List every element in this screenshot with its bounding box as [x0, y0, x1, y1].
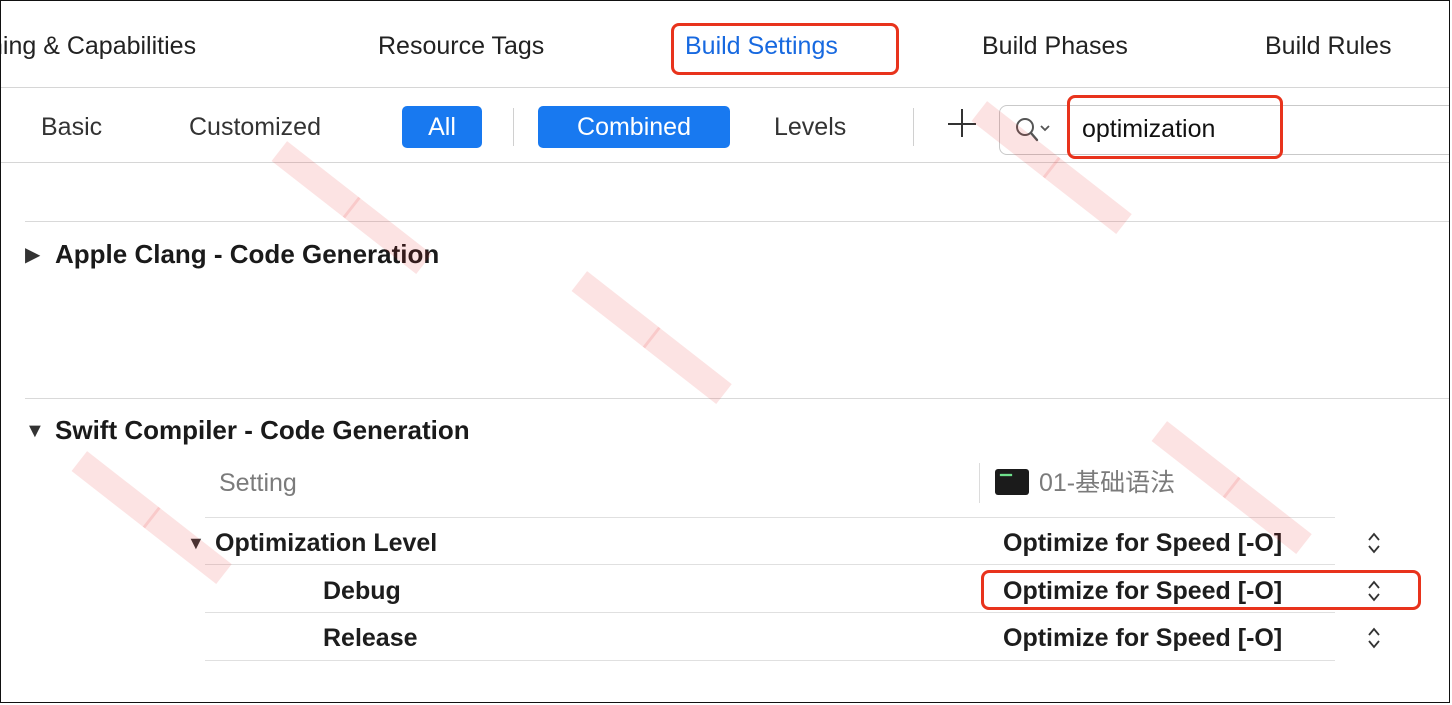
- tab-build-rules[interactable]: Build Rules: [1265, 29, 1391, 63]
- tab-build-phases[interactable]: Build Phases: [982, 29, 1128, 63]
- row-divider: [205, 517, 1335, 518]
- row-divider: [205, 660, 1335, 661]
- build-settings-window: ning & Capabilities Resource Tags Build …: [0, 0, 1450, 703]
- watermark: ━━: [526, 213, 777, 463]
- section-divider: [25, 221, 1449, 222]
- tab-signing-label: ning & Capabilities: [1, 32, 197, 60]
- terminal-target-icon: [995, 469, 1029, 495]
- optimization-level-value[interactable]: Optimize for Speed [-O]: [1003, 528, 1282, 558]
- view-levels[interactable]: Levels: [774, 112, 846, 142]
- search-input[interactable]: optimization: [1082, 114, 1215, 144]
- release-value[interactable]: Optimize for Speed [-O]: [1003, 623, 1282, 653]
- stepper-icon[interactable]: [1365, 576, 1383, 606]
- section-title-clang: Apple Clang - Code Generation: [55, 239, 440, 269]
- tab-signing-capabilities[interactable]: ning & Capabilities: [1, 29, 291, 63]
- release-row[interactable]: Release: [323, 623, 418, 653]
- filter-divider: [513, 108, 514, 146]
- tab-build-settings[interactable]: Build Settings: [685, 29, 838, 63]
- disclosure-expanded-icon[interactable]: ▼: [25, 415, 55, 447]
- filter-divider-2: [913, 108, 914, 146]
- magnifier-dropdown-icon: [1016, 118, 1050, 142]
- add-setting-button[interactable]: [945, 105, 979, 139]
- row-divider: [205, 612, 1335, 613]
- view-combined[interactable]: Combined: [538, 106, 730, 148]
- section-title-swift: Swift Compiler - Code Generation: [55, 415, 470, 445]
- stepper-icon[interactable]: [1365, 623, 1383, 653]
- filter-customized[interactable]: Customized: [189, 112, 321, 142]
- disclosure-collapsed-icon[interactable]: ▶: [25, 239, 55, 271]
- tab-bar: ning & Capabilities Resource Tags Build …: [1, 1, 1449, 88]
- column-separator: [979, 463, 980, 503]
- filter-all[interactable]: All: [402, 106, 482, 148]
- row-divider: [205, 564, 1335, 565]
- debug-row[interactable]: Debug: [323, 576, 401, 606]
- optimization-level-row[interactable]: ▼ Optimization Level: [187, 528, 437, 560]
- target-column-header[interactable]: 01-基础语法: [995, 468, 1175, 498]
- tab-resource-tags[interactable]: Resource Tags: [378, 29, 544, 63]
- section-apple-clang-code-generation[interactable]: ▶ Apple Clang - Code Generation: [25, 238, 439, 273]
- filter-basic[interactable]: Basic: [41, 112, 102, 142]
- target-name: 01-基础语法: [1039, 469, 1176, 497]
- section-divider-2: [25, 398, 1449, 399]
- disclosure-expanded-icon[interactable]: ▼: [187, 528, 215, 558]
- debug-value[interactable]: Optimize for Speed [-O]: [1003, 576, 1282, 606]
- setting-column-header: Setting: [219, 469, 297, 497]
- search-field[interactable]: optimization: [999, 105, 1449, 155]
- section-swift-compiler-code-generation[interactable]: ▼ Swift Compiler - Code Generation: [25, 414, 470, 449]
- stepper-icon[interactable]: [1365, 528, 1383, 558]
- row-label: Optimization Level: [215, 529, 438, 557]
